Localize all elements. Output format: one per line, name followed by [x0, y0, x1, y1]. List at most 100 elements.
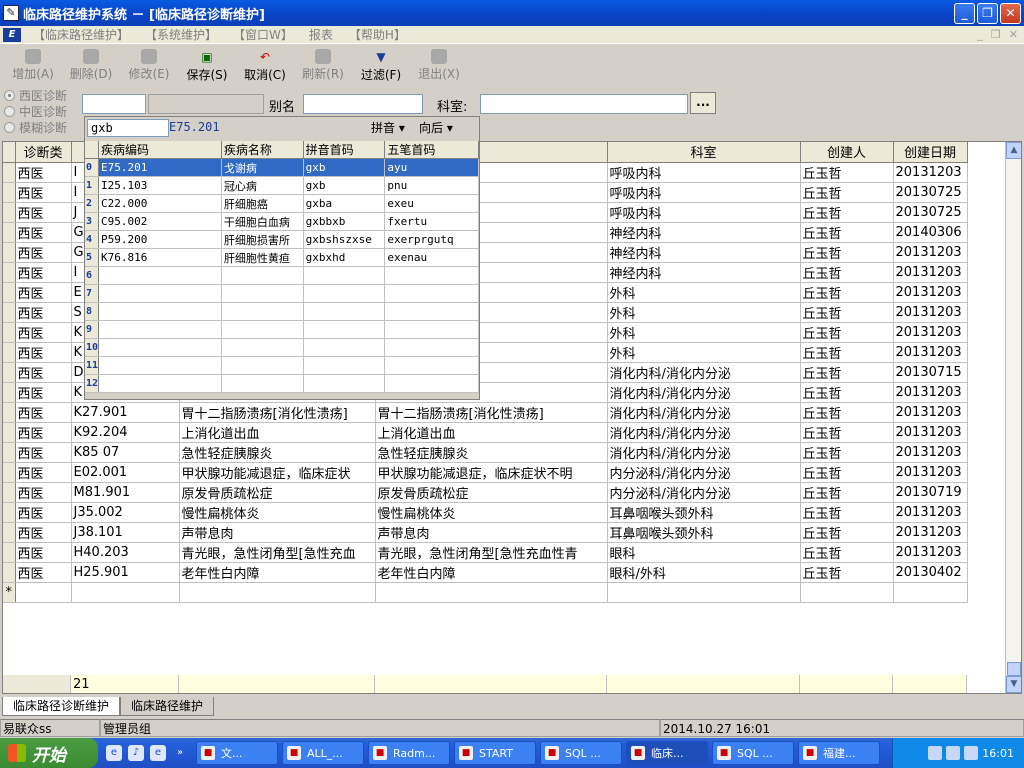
row-header[interactable]: [3, 362, 16, 383]
popup-cell-code[interactable]: [98, 320, 222, 339]
cell-dept[interactable]: 呼吸内科: [607, 182, 801, 203]
cell-dept[interactable]: 外科: [607, 282, 801, 303]
close-button[interactable]: ✕: [1000, 3, 1021, 24]
cell-type[interactable]: 西医: [15, 542, 72, 563]
cell-type[interactable]: 西医: [15, 222, 72, 243]
cell-date[interactable]: 20131203: [893, 422, 968, 443]
cell-dept[interactable]: 外科: [607, 342, 801, 363]
popup-cell-code[interactable]: E75.201: [98, 158, 222, 177]
popup-cell-code[interactable]: [98, 284, 222, 303]
popup-cell-py[interactable]: gxbshszxse: [303, 230, 386, 249]
popup-cell-code[interactable]: C22.000: [98, 194, 222, 213]
cell-dept[interactable]: 消化内科/消化内分泌: [607, 442, 801, 463]
cell-alias[interactable]: 青光眼，急性闭角型[急性充血性青: [375, 542, 608, 563]
taskbar-task[interactable]: ■ START: [454, 741, 536, 765]
dept-browse-button[interactable]: ...: [690, 92, 716, 114]
popup-cell-code[interactable]: [98, 374, 222, 393]
new-row-cell[interactable]: [375, 582, 608, 603]
cell-dept[interactable]: 神经内科: [607, 242, 801, 263]
cell-type[interactable]: 西医: [15, 302, 72, 323]
popup-header-pinyin[interactable]: 拼音首码: [303, 141, 386, 159]
cell-type[interactable]: 西医: [15, 202, 72, 223]
cell-creator[interactable]: 丘玉哲: [800, 342, 894, 363]
cell-type[interactable]: 西医: [15, 262, 72, 283]
popup-header-name[interactable]: 疾病名称: [221, 141, 304, 159]
cell-code[interactable]: H40.203: [71, 542, 180, 563]
table-row[interactable]: 西医 K85 07 急性轻症胰腺炎 急性轻症胰腺炎 消化内科/消化内分泌 丘玉哲 20131…: [3, 442, 968, 463]
popup-result-row[interactable]: 1 I25.103 冠心病 gxb pnu: [85, 176, 479, 195]
cell-name[interactable]: 甲状腺功能减退症，临床症状: [179, 462, 376, 483]
popup-cell-name[interactable]: 戈谢病: [221, 158, 304, 177]
alias-input[interactable]: [303, 94, 423, 114]
cell-date[interactable]: 20131203: [893, 542, 968, 563]
cell-type[interactable]: 西医: [15, 282, 72, 303]
taskbar-task[interactable]: ■ Radm...: [368, 741, 450, 765]
header-dept[interactable]: 科室: [607, 142, 801, 163]
popup-cell-py[interactable]: [303, 320, 386, 339]
popup-cell-code[interactable]: I25.103: [98, 176, 222, 195]
cell-date[interactable]: 20130725: [893, 182, 968, 203]
cell-creator[interactable]: 丘玉哲: [800, 502, 894, 523]
media-icon[interactable]: ♪: [128, 745, 144, 761]
name-input[interactable]: [148, 94, 264, 114]
popup-cell-wb[interactable]: exerprgutq: [384, 230, 479, 249]
table-row[interactable]: 西医 H25.901 老年性白内障 老年性白内障 眼科/外科 丘玉哲 20130402: [3, 562, 968, 583]
popup-header-wubi[interactable]: 五笔首码: [384, 141, 479, 159]
keyboard-icon[interactable]: [928, 746, 943, 760]
popup-cell-wb[interactable]: ayu: [384, 158, 479, 177]
cell-alias[interactable]: 甲状腺功能减退症，临床症状不明: [375, 462, 608, 483]
popup-cell-py[interactable]: gxbxhd: [303, 248, 386, 267]
cell-dept[interactable]: 消化内科/消化内分泌: [607, 422, 801, 443]
cell-type[interactable]: 西医: [15, 482, 72, 503]
cell-creator[interactable]: 丘玉哲: [800, 362, 894, 383]
cell-dept[interactable]: 耳鼻咽喉头颈外科: [607, 502, 801, 523]
popup-result-row[interactable]: 4 P59.200 肝细胞损害所 gxbshszxse exerprgutq: [85, 230, 479, 249]
cell-type[interactable]: 西医: [15, 342, 72, 363]
menu-clinical-path[interactable]: 【临床路径维护】: [25, 26, 137, 43]
cell-code[interactable]: K92.204: [71, 422, 180, 443]
cell-type[interactable]: 西医: [15, 322, 72, 343]
row-header[interactable]: [3, 262, 16, 283]
cell-dept[interactable]: 眼科: [607, 542, 801, 563]
popup-cell-code[interactable]: [98, 302, 222, 321]
cell-date[interactable]: 20131203: [893, 502, 968, 523]
cell-creator[interactable]: 丘玉哲: [800, 242, 894, 263]
row-header[interactable]: [3, 282, 16, 303]
popup-cell-code[interactable]: P59.200: [98, 230, 222, 249]
cell-alias[interactable]: 声带息肉: [375, 522, 608, 543]
cell-date[interactable]: 20131203: [893, 162, 968, 183]
popup-cell-py[interactable]: [303, 356, 386, 375]
cell-date[interactable]: 20140306: [893, 222, 968, 243]
cell-dept[interactable]: 神经内科: [607, 262, 801, 283]
cell-creator[interactable]: 丘玉哲: [800, 482, 894, 503]
mdi-document-icon[interactable]: E: [3, 27, 21, 42]
table-row[interactable]: 西医 K27.901 胃十二指肠溃疡[消化性溃疡] 胃十二指肠溃疡[消化性溃疡] 消化内…: [3, 402, 968, 423]
cell-dept[interactable]: 消化内科/消化内分泌: [607, 362, 801, 383]
cell-type[interactable]: 西医: [15, 242, 72, 263]
cell-type[interactable]: 西医: [15, 402, 72, 423]
cell-creator[interactable]: 丘玉哲: [800, 182, 894, 203]
delete-button[interactable]: 删除(D): [62, 46, 120, 82]
row-header[interactable]: [3, 562, 16, 583]
table-row[interactable]: 西医 J38.101 声带息肉 声带息肉 耳鼻咽喉头颈外科 丘玉哲 20131203: [3, 522, 968, 543]
popup-cell-py[interactable]: gxb: [303, 176, 386, 195]
cell-date[interactable]: 20131203: [893, 262, 968, 283]
popup-cell-py[interactable]: [303, 302, 386, 321]
row-header[interactable]: [3, 182, 16, 203]
volume-icon[interactable]: [964, 746, 979, 760]
cell-creator[interactable]: 丘玉哲: [800, 302, 894, 323]
cell-alias[interactable]: 胃十二指肠溃疡[消化性溃疡]: [375, 402, 608, 423]
taskbar-task[interactable]: ■ ALL_...: [282, 741, 364, 765]
cell-creator[interactable]: 丘玉哲: [800, 202, 894, 223]
mdi-minimize-icon[interactable]: _: [977, 28, 983, 41]
popup-cell-name[interactable]: [221, 356, 304, 375]
cell-date[interactable]: 20131203: [893, 382, 968, 403]
popup-cell-code[interactable]: C95.002: [98, 212, 222, 231]
cell-dept[interactable]: 呼吸内科: [607, 202, 801, 223]
cell-type[interactable]: 西医: [15, 562, 72, 583]
cell-alias[interactable]: 原发骨质疏松症: [375, 482, 608, 503]
cell-name[interactable]: 老年性白内障: [179, 562, 376, 583]
cell-code[interactable]: H25.901: [71, 562, 180, 583]
cell-date[interactable]: 20131203: [893, 322, 968, 343]
radio-western[interactable]: 西医诊断: [4, 87, 67, 104]
